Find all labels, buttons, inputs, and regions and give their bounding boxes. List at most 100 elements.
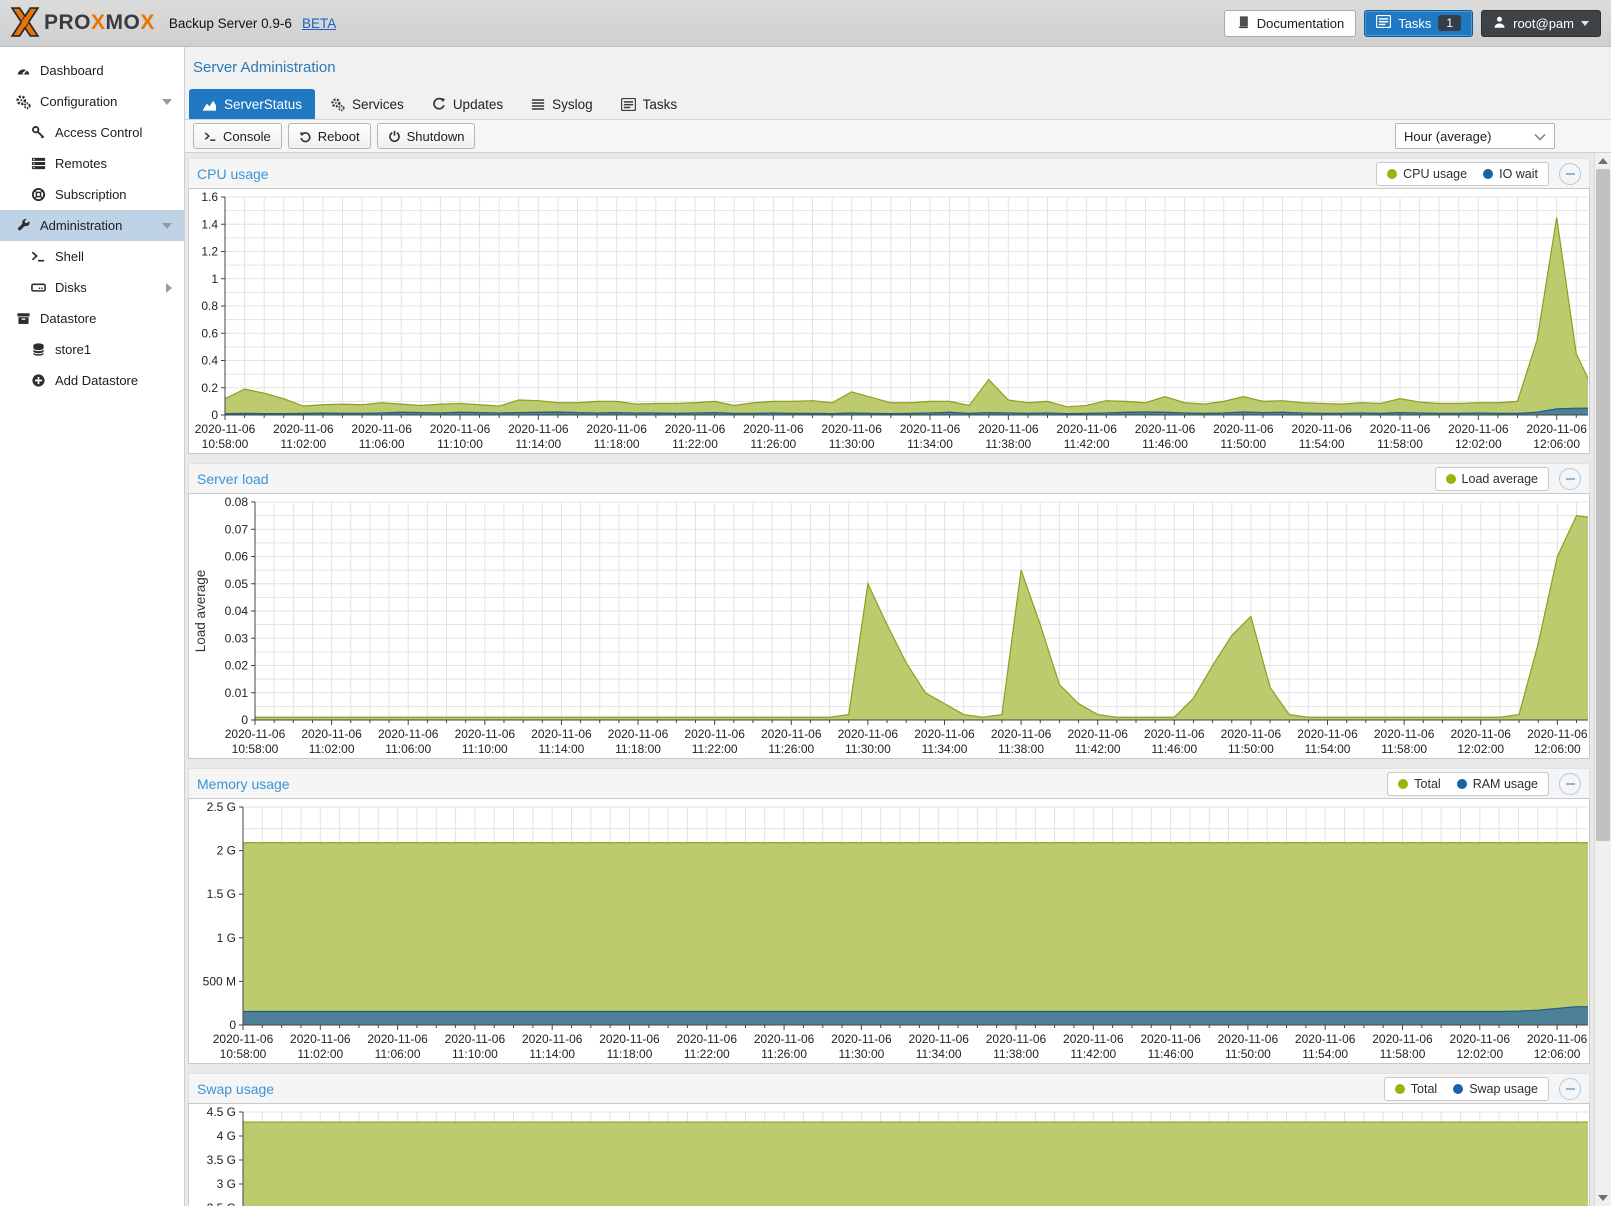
server-load-panel: Server load Load average 00.010.020.030.… [188,463,1590,759]
svg-text:11:06:00: 11:06:00 [375,1047,421,1061]
svg-text:2 G: 2 G [217,844,236,858]
legend-dot [1395,1084,1405,1094]
svg-text:2020-11-06: 2020-11-06 [914,727,975,741]
svg-text:2020-11-06: 2020-11-06 [900,422,961,436]
svg-text:11:30:00: 11:30:00 [829,437,875,451]
svg-text:0.8: 0.8 [201,299,218,313]
chevron-down-icon[interactable] [162,223,172,229]
topbar-actions: Documentation Tasks 1 root@pam [1224,10,1601,37]
panel-title: CPU usage [197,166,269,182]
svg-text:0.02: 0.02 [225,659,249,673]
svg-text:11:38:00: 11:38:00 [993,1047,1039,1061]
console-button[interactable]: Console [193,123,282,149]
tab-updates[interactable]: Updates [419,89,516,119]
svg-text:12:06:00: 12:06:00 [1534,1047,1581,1061]
svg-text:0.03: 0.03 [225,631,249,645]
tab-serverstatus[interactable]: ServerStatus [189,89,315,119]
brand-wordmark: PROXMOX [44,11,155,35]
scrollbar-thumb[interactable] [1596,169,1610,841]
sidebar-item-administration[interactable]: Administration [0,210,184,241]
svg-text:2020-11-06: 2020-11-06 [599,1032,660,1046]
svg-text:2020-11-06: 2020-11-06 [761,727,822,741]
documentation-button[interactable]: Documentation [1224,10,1356,37]
chevron-down-icon [1534,129,1546,144]
svg-text:12:02:00: 12:02:00 [1456,1047,1503,1061]
svg-text:11:22:00: 11:22:00 [684,1047,730,1061]
svg-text:2020-11-06: 2020-11-06 [508,422,569,436]
sidebar-item-disks[interactable]: Disks [0,272,184,303]
svg-text:2.5 G: 2.5 G [207,800,236,814]
sidebar-item-subscription[interactable]: Subscription [0,179,184,210]
beta-link[interactable]: BETA [302,16,336,31]
scroll-down-icon[interactable] [1595,1190,1611,1206]
user-menu-button[interactable]: root@pam [1481,10,1601,37]
collapse-icon[interactable] [1559,468,1581,490]
svg-text:2020-11-06: 2020-11-06 [1067,727,1128,741]
svg-text:11:02:00: 11:02:00 [280,437,326,451]
sidebar-item-dashboard[interactable]: Dashboard [0,55,184,86]
svg-text:1.4: 1.4 [201,217,218,231]
tab-syslog[interactable]: Syslog [518,89,606,119]
svg-text:1 G: 1 G [217,931,236,945]
svg-text:0: 0 [211,408,218,422]
sidebar-item-datastore[interactable]: Datastore [0,303,184,334]
chevron-down-icon[interactable] [162,99,172,105]
chevron-right-icon[interactable] [166,283,172,293]
page-title: Server Administration [193,59,1611,76]
life-ring-icon [29,187,47,202]
cpu-usage-chart: 00.20.40.60.811.21.41.62020-11-0610:58:0… [188,188,1590,454]
svg-text:11:42:00: 11:42:00 [1075,742,1121,756]
scroll-up-icon[interactable] [1595,153,1611,169]
terminal-icon [204,130,217,143]
sidebar-item-add-datastore[interactable]: Add Datastore [0,365,184,396]
sidebar-item-shell[interactable]: Shell [0,241,184,272]
collapse-icon[interactable] [1559,1078,1581,1100]
timeframe-select[interactable]: Hour (average) [1395,123,1555,149]
plus-circle-icon [29,373,47,388]
tab-services[interactable]: Services [317,89,417,119]
svg-text:2020-11-06: 2020-11-06 [838,727,899,741]
legend-dot [1457,779,1467,789]
svg-text:11:58:00: 11:58:00 [1381,742,1427,756]
key-icon [29,125,47,140]
svg-text:2020-11-06: 2020-11-06 [1448,422,1509,436]
collapse-icon[interactable] [1559,773,1581,795]
product-name: Backup Server 0.9-6 [169,16,292,31]
book-icon [1236,15,1250,32]
tasks-button[interactable]: Tasks 1 [1364,10,1473,37]
svg-text:2020-11-06: 2020-11-06 [522,1032,583,1046]
svg-text:11:26:00: 11:26:00 [761,1047,807,1061]
svg-text:2020-11-06: 2020-11-06 [831,1032,892,1046]
svg-text:2020-11-06: 2020-11-06 [978,422,1039,436]
chart-scroll-area: CPU usage CPU usage IO wait 00.20.40.60.… [185,153,1611,1206]
svg-text:2020-11-06: 2020-11-06 [1221,727,1282,741]
svg-text:11:38:00: 11:38:00 [998,742,1044,756]
svg-text:2020-11-06: 2020-11-06 [1056,422,1117,436]
reboot-button[interactable]: Reboot [288,123,371,149]
svg-text:2020-11-06: 2020-11-06 [684,727,745,741]
svg-text:2020-11-06: 2020-11-06 [195,422,256,436]
sidebar-item-store1[interactable]: store1 [0,334,184,365]
svg-text:11:54:00: 11:54:00 [1305,742,1351,756]
svg-text:11:22:00: 11:22:00 [672,437,718,451]
svg-text:10:58:00: 10:58:00 [232,742,279,756]
svg-text:11:42:00: 11:42:00 [1064,437,1110,451]
svg-text:2020-11-06: 2020-11-06 [608,727,669,741]
tab-tasks[interactable]: Tasks [608,89,691,119]
svg-text:2020-11-06: 2020-11-06 [743,422,804,436]
chevron-down-icon [1581,21,1589,26]
svg-text:10:58:00: 10:58:00 [202,437,249,451]
memory-usage-chart: 0500 M1 G1.5 G2 G2.5 G2020-11-0610:58:00… [188,798,1590,1064]
svg-text:4 G: 4 G [217,1129,236,1143]
svg-text:11:34:00: 11:34:00 [907,437,953,451]
cpu-legend: CPU usage IO wait [1376,162,1549,186]
sidebar-item-configuration[interactable]: Configuration [0,86,184,117]
sidebar-item-access-control[interactable]: Access Control [0,117,184,148]
svg-text:11:10:00: 11:10:00 [452,1047,498,1061]
svg-text:0.07: 0.07 [225,522,249,536]
gauge-icon [14,63,32,78]
collapse-icon[interactable] [1559,163,1581,185]
svg-text:0.6: 0.6 [201,326,218,340]
sidebar-item-remotes[interactable]: Remotes [0,148,184,179]
shutdown-button[interactable]: Shutdown [377,123,476,149]
